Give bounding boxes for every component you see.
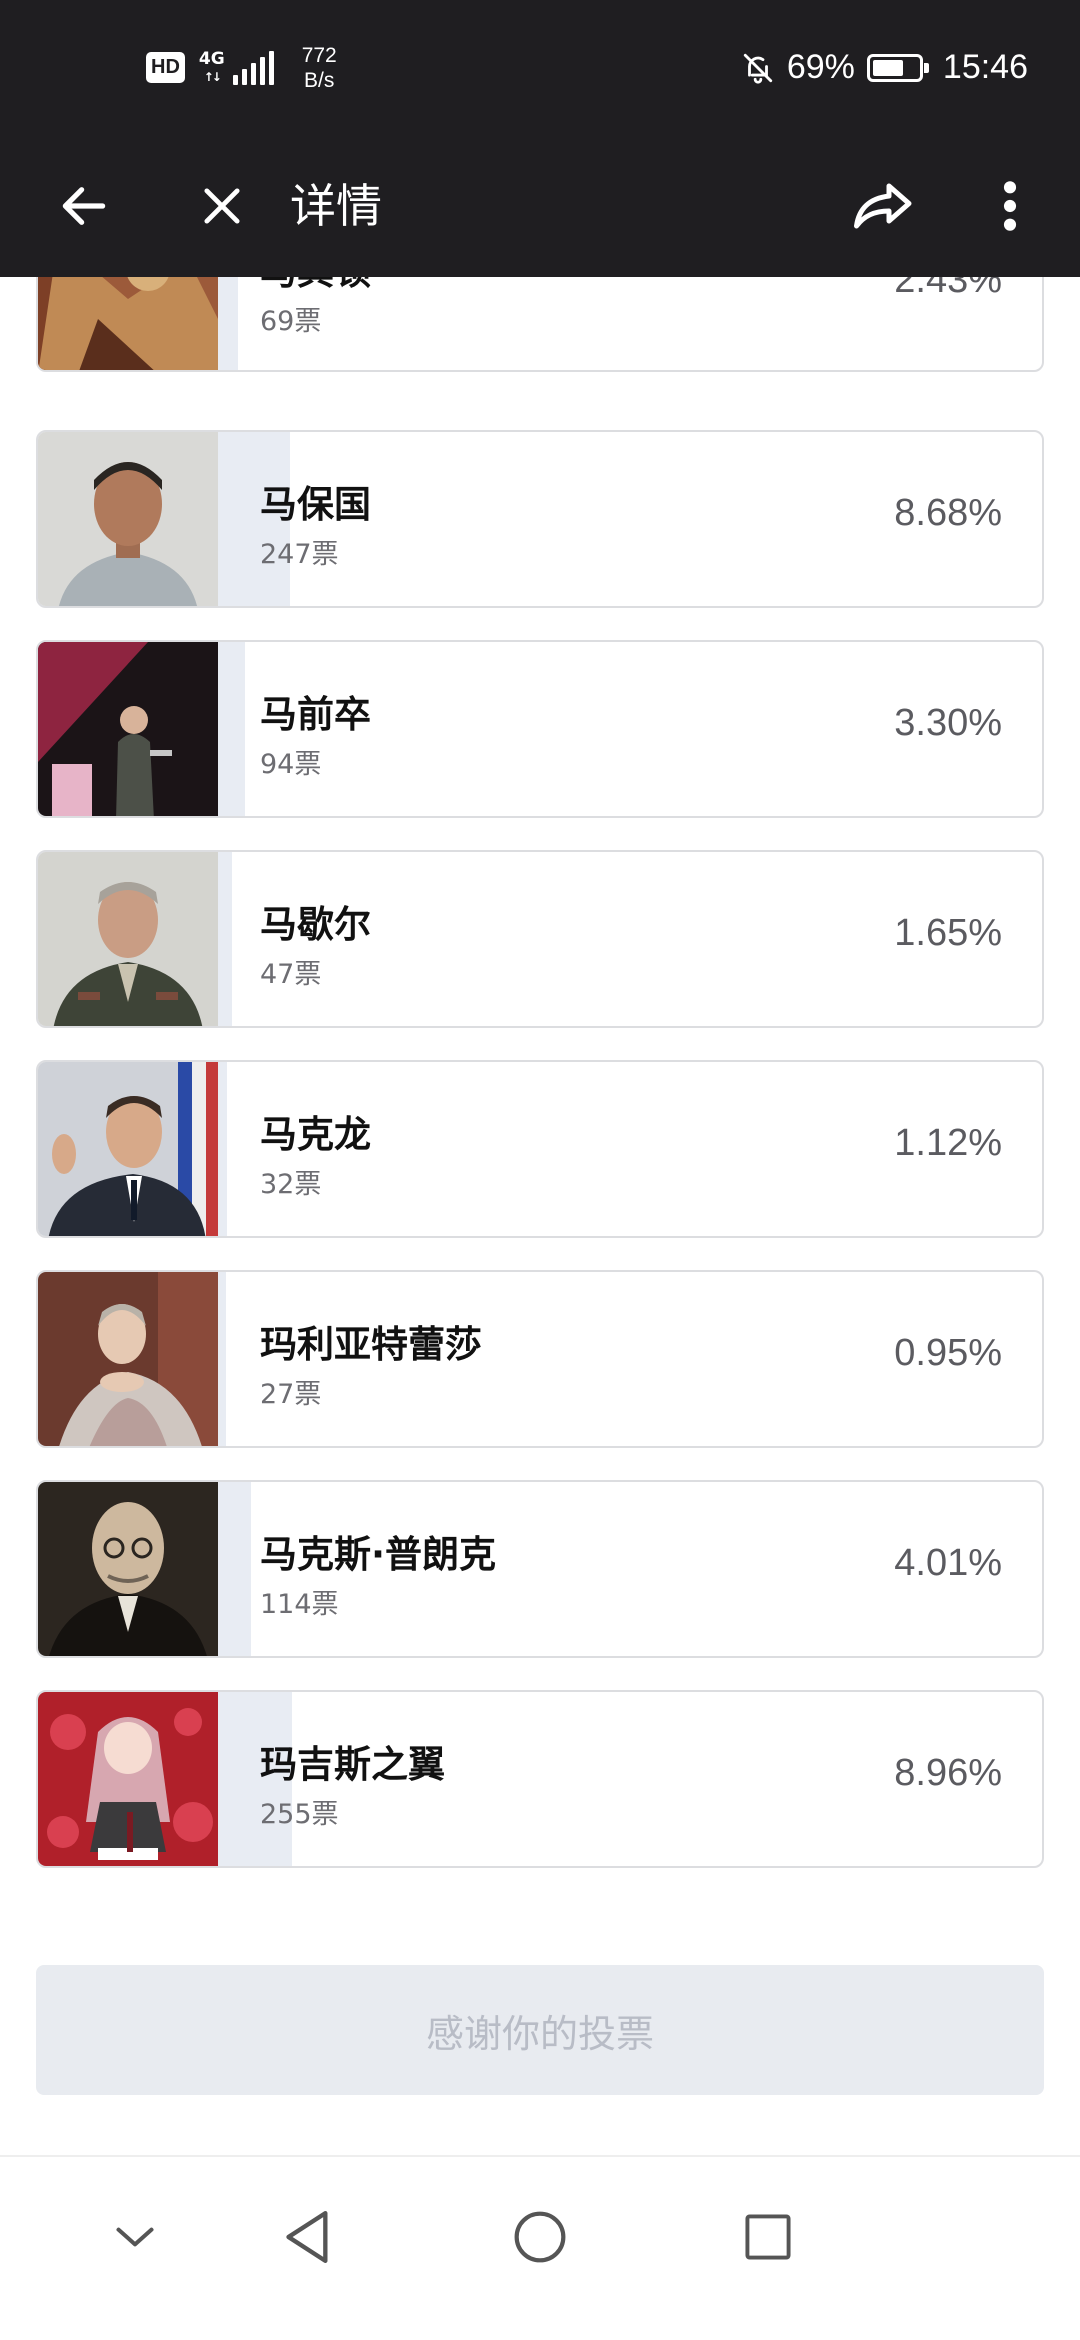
option-percent: 3.30% (894, 702, 1002, 744)
vote-progress-bar (218, 642, 245, 816)
option-name: 马歇尔 (260, 903, 371, 946)
vote-progress-bar (218, 1272, 226, 1446)
option-percent: 0.95% (894, 1332, 1002, 1374)
option-name: 马其顿 (260, 277, 371, 295)
vote-progress-bar (218, 1062, 227, 1236)
option-image (38, 1272, 218, 1446)
data-arrows-icon: ↑↓ (203, 69, 222, 84)
poll-option[interactable]: 马前卒 94票 3.30% (36, 640, 1044, 818)
status-bar: HD 4G ↑↓ 772 B/s 69% 15:46 (0, 0, 1080, 135)
option-image (38, 1062, 218, 1236)
option-percent: 1.12% (894, 1122, 1002, 1164)
poll-option[interactable]: 马其顿 69票 2.43% (36, 277, 1044, 372)
poll-option-list: 马其顿 69票 2.43% 马保国 247票 8.68% (0, 277, 1080, 1877)
hd-badge: HD (146, 52, 185, 83)
back-button[interactable] (48, 170, 120, 242)
network-type: 4G ↑↓ (199, 50, 225, 86)
poll-option[interactable]: 马歇尔 47票 1.65% (36, 850, 1044, 1028)
collapse-button[interactable] (95, 2197, 175, 2277)
option-percent: 8.68% (894, 492, 1002, 534)
option-name: 玛利亚特蕾莎 (260, 1323, 482, 1366)
vote-progress-bar (218, 1482, 251, 1656)
recents-square-icon (745, 2214, 791, 2260)
network-label: 4G (198, 48, 225, 69)
close-button[interactable] (186, 170, 258, 242)
option-name: 马克斯·普朗克 (260, 1533, 497, 1576)
option-votes: 114票 (260, 1589, 339, 1620)
share-icon (854, 183, 912, 229)
vote-progress-bar (218, 277, 238, 370)
status-right: 69% 15:46 (741, 40, 1028, 95)
share-button[interactable] (848, 170, 920, 242)
option-image (38, 1482, 218, 1656)
voted-thanks-button: 感谢你的投票 (36, 1965, 1044, 2095)
nav-recents-button[interactable] (728, 2197, 808, 2277)
option-votes: 247票 (260, 539, 339, 570)
option-image (38, 642, 218, 816)
option-percent: 4.01% (894, 1542, 1002, 1584)
clock: 15:46 (942, 48, 1028, 86)
option-votes: 27票 (260, 1379, 322, 1410)
chevron-down-icon (116, 2227, 154, 2247)
more-vertical-icon (1003, 181, 1017, 231)
option-image (38, 852, 218, 1026)
option-votes: 69票 (260, 306, 322, 337)
option-image (38, 277, 218, 370)
status-left: HD 4G ↑↓ 772 B/s (146, 40, 337, 95)
close-icon (204, 188, 240, 224)
option-votes: 255票 (260, 1799, 339, 1830)
option-votes: 94票 (260, 749, 322, 780)
nav-home-button[interactable] (500, 2197, 580, 2277)
option-percent: 8.96% (894, 1752, 1002, 1794)
battery-percent: 69% (786, 48, 855, 86)
option-percent: 2.43% (894, 277, 1002, 301)
speed-unit: B/s (304, 68, 335, 92)
home-circle-icon (514, 2211, 566, 2263)
poll-option[interactable]: 马克龙 32票 1.12% (36, 1060, 1044, 1238)
option-name: 玛吉斯之翼 (260, 1743, 445, 1786)
more-button[interactable] (974, 170, 1046, 242)
poll-option[interactable]: 玛吉斯之翼 255票 8.96% (36, 1690, 1044, 1868)
system-nav-bar (0, 2157, 1080, 2340)
option-image (38, 1692, 218, 1866)
bell-muted-icon (743, 53, 773, 84)
option-name: 马克龙 (260, 1113, 371, 1156)
page-title: 详情 (290, 179, 382, 233)
option-name: 马保国 (260, 483, 371, 526)
signal-icon (232, 50, 274, 85)
option-image (38, 432, 218, 606)
speed-value: 772 (301, 43, 337, 67)
battery-fill (872, 59, 904, 76)
poll-option[interactable]: 玛利亚特蕾莎 27票 0.95% (36, 1270, 1044, 1448)
network-speed: 772 B/s (302, 43, 337, 93)
poll-option[interactable]: 马克斯·普朗克 114票 4.01% (36, 1480, 1044, 1658)
nav-back-button[interactable] (268, 2197, 348, 2277)
top-toolbar: 详情 (0, 135, 1080, 277)
battery-icon (866, 53, 929, 82)
option-name: 马前卒 (260, 693, 371, 736)
vote-progress-bar (218, 852, 232, 1026)
back-triangle-icon (286, 2211, 328, 2263)
back-arrow-icon (62, 187, 106, 225)
option-votes: 32票 (260, 1169, 322, 1200)
option-percent: 1.65% (894, 912, 1002, 954)
poll-option[interactable]: 马保国 247票 8.68% (36, 430, 1044, 608)
option-votes: 47票 (260, 959, 322, 990)
